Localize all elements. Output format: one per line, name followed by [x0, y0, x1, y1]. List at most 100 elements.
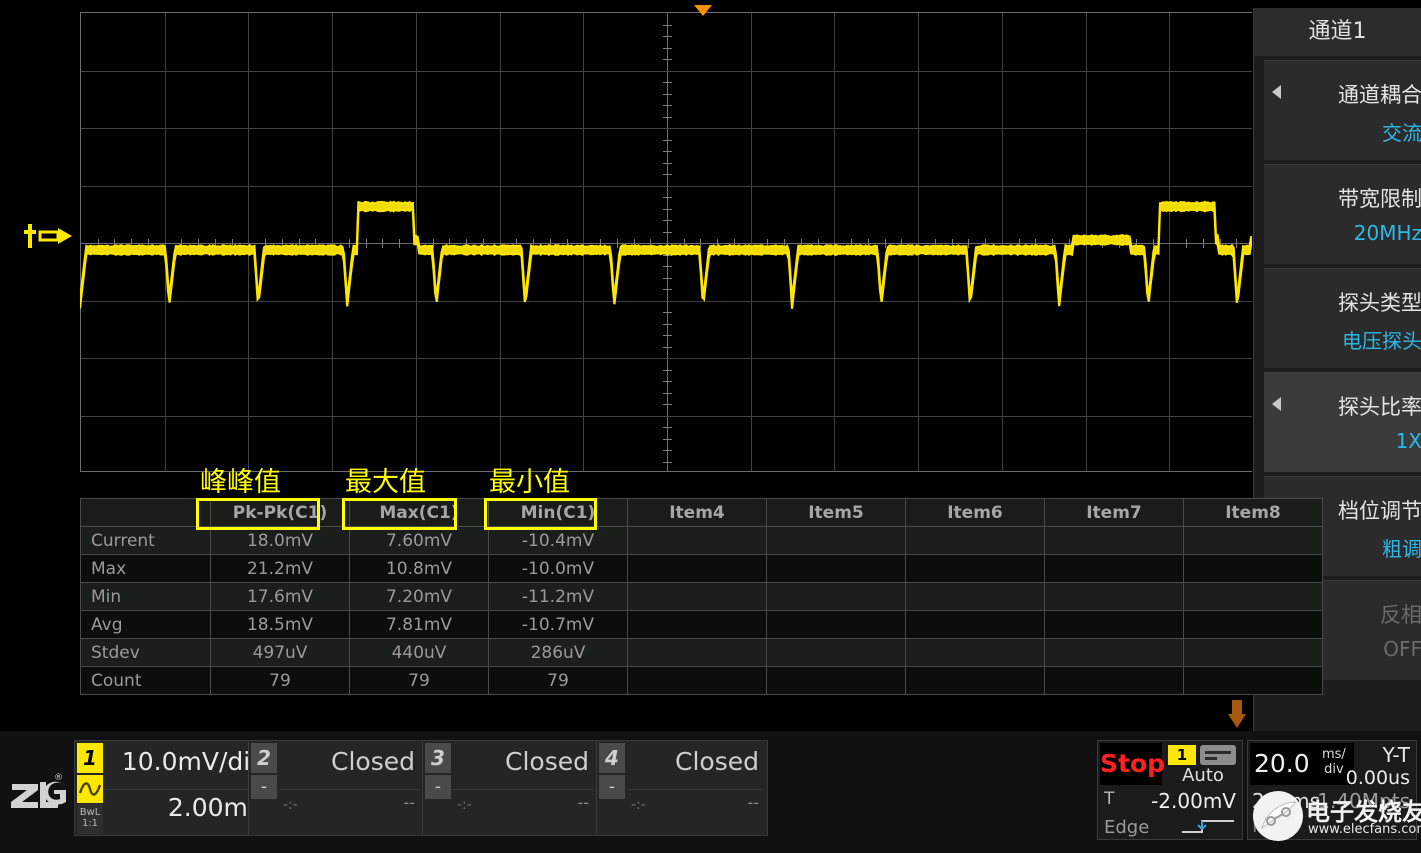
menu-item-label: 反相 — [1380, 603, 1421, 627]
channel-4-coupling-icon[interactable]: - — [599, 775, 625, 799]
menu-item-label: 探头类型 — [1338, 291, 1421, 315]
menu-item-label: 档位调节 — [1338, 499, 1421, 523]
table-row[interactable]: Stdev 497uV 440uV 286uV — [80, 638, 1323, 667]
table-row[interactable]: Current 18.0mV 7.60mV -10.4mV — [80, 526, 1323, 555]
oscilloscope-screen: Pk-Pk(C1) Max(C1) Min(C1) Item4 Item5 It… — [0, 0, 1421, 853]
table-header-row: Pk-Pk(C1) Max(C1) Min(C1) Item4 Item5 It… — [80, 498, 1323, 527]
trigger-mode-icon[interactable] — [1200, 745, 1236, 765]
column-header-item5[interactable]: Item5 — [766, 498, 906, 527]
measurement-cell — [1044, 582, 1184, 611]
measurement-cell — [1183, 582, 1323, 611]
measurement-table[interactable]: Pk-Pk(C1) Max(C1) Min(C1) Item4 Item5 It… — [80, 498, 1323, 708]
chevron-left-icon — [1272, 85, 1281, 99]
measurement-cell — [1183, 610, 1323, 639]
row-label: Current — [80, 526, 211, 555]
channel-2-badge[interactable]: 2 — [251, 743, 277, 773]
measurement-cell — [905, 582, 1045, 611]
channel-3-sub: -:- — [457, 797, 472, 813]
channel-4-offset[interactable]: -- — [747, 793, 759, 812]
table-row[interactable]: Max 21.2mV 10.8mV -10.0mV — [80, 554, 1323, 583]
run-stop-status[interactable]: Stop — [1100, 743, 1165, 785]
measurement-cell: 17.6mV — [210, 582, 350, 611]
measurement-cell: 10.8mV — [349, 554, 489, 583]
measurement-cell — [905, 526, 1045, 555]
trigger-mode-label[interactable]: Auto — [1164, 765, 1242, 786]
measurement-cell — [1183, 526, 1323, 555]
channel-4-scale[interactable]: Closed — [675, 747, 759, 776]
measurement-cell — [1044, 554, 1184, 583]
trigger-source-badge[interactable]: 1 — [1168, 745, 1196, 765]
timebase-value: 20.0 — [1254, 749, 1310, 778]
trigger-type-label[interactable]: Edge — [1104, 817, 1149, 838]
measurement-cell: 7.81mV — [349, 610, 489, 639]
display-mode-label[interactable]: Y-T — [1383, 743, 1410, 767]
channel-block-1[interactable]: 1 BwL 1:1 10.0mV/div 2.00mV — [74, 740, 274, 836]
waveform-display-area[interactable]: Pk-Pk(C1) Max(C1) Min(C1) Item4 Item5 It… — [0, 0, 1323, 731]
channel-block-3[interactable]: 3 - Closed -- -:- — [422, 740, 598, 836]
row-label: Stdev — [80, 638, 211, 667]
ac-coupling-icon[interactable] — [77, 775, 103, 803]
column-header-pkpk[interactable]: Pk-Pk(C1) — [210, 498, 350, 527]
measurement-cell — [627, 554, 767, 583]
measurement-cell — [1183, 638, 1323, 667]
table-row[interactable]: Min 17.6mV 7.20mV -11.2mV — [80, 582, 1323, 611]
menu-item-label: 探头比率 — [1338, 395, 1421, 419]
channel-3-scale[interactable]: Closed — [505, 747, 589, 776]
column-header-max[interactable]: Max(C1) — [349, 498, 489, 527]
trigger-level-value[interactable]: -2.00mV — [1151, 789, 1236, 813]
row-label: Min — [80, 582, 211, 611]
channel-block-4[interactable]: 4 - Closed -- -:- — [596, 740, 768, 836]
measurement-cell — [1044, 610, 1184, 639]
channel-block-2[interactable]: 2 - Closed -- -:- — [248, 740, 424, 836]
column-header-item6[interactable]: Item6 — [905, 498, 1045, 527]
measurement-cell — [905, 666, 1045, 695]
chevron-left-icon — [1272, 397, 1281, 411]
column-header-item8[interactable]: Item8 — [1183, 498, 1323, 527]
menu-item-label: 带宽限制 — [1338, 187, 1421, 211]
channel-1-bwl-ratio[interactable]: BwL 1:1 — [77, 804, 103, 834]
channel1-ground-marker-icon[interactable] — [24, 218, 76, 254]
timebase-status-block[interactable]: 20.0 ms/ div Y-T 0.00us 280ms 1.40Mpts N… — [1247, 740, 1417, 840]
channel-2-offset[interactable]: -- — [403, 793, 415, 812]
trigger-position-arrow-icon[interactable] — [694, 5, 712, 16]
menu-item-3[interactable]: 探头比率 1X — [1264, 372, 1421, 472]
channel-4-badge[interactable]: 4 — [599, 743, 625, 773]
trigger-status-block[interactable]: Stop 1 Auto T -2.00mV Edge — [1097, 740, 1243, 840]
probe-ratio-label: 1:1 — [81, 818, 99, 829]
memory-position-arrow-icon[interactable] — [1228, 700, 1246, 730]
timebase-main-cell[interactable]: 20.0 ms/ div — [1250, 743, 1354, 785]
measurement-cell — [627, 638, 767, 667]
menu-item-value: 粗调 — [1382, 537, 1421, 561]
measurement-cell: 286uV — [488, 638, 628, 667]
measurement-cell: 18.5mV — [210, 610, 350, 639]
menu-item-1[interactable]: 带宽限制 20MHz — [1264, 164, 1421, 264]
menu-item-0[interactable]: 通道耦合 交流 — [1264, 60, 1421, 160]
channel-3-coupling-icon[interactable]: - — [425, 775, 451, 799]
channel-1-scale[interactable]: 10.0mV/div — [122, 747, 265, 776]
measurement-cell: 440uV — [349, 638, 489, 667]
measurement-cell — [766, 526, 906, 555]
channel-2-coupling-icon[interactable]: - — [251, 775, 277, 799]
channel-1-badge[interactable]: 1 — [77, 743, 103, 773]
measurement-cell — [766, 666, 906, 695]
channel-3-offset[interactable]: -- — [577, 793, 589, 812]
table-row[interactable]: Count 79 79 79 — [80, 666, 1323, 695]
column-header-min[interactable]: Min(C1) — [488, 498, 628, 527]
channel-3-badge[interactable]: 3 — [425, 743, 451, 773]
measurement-cell: -10.4mV — [488, 526, 628, 555]
menu-item-2[interactable]: 探头类型 电压探头 — [1264, 268, 1421, 368]
rising-edge-icon[interactable] — [1180, 817, 1236, 835]
trigger-level-label: T — [1104, 789, 1115, 809]
measurement-cell — [627, 526, 767, 555]
menu-item-label: 通道耦合 — [1338, 83, 1421, 107]
measurement-cell: -10.7mV — [488, 610, 628, 639]
measurement-cell: 18.0mV — [210, 526, 350, 555]
menu-item-value: 电压探头 — [1342, 329, 1421, 353]
menu-title: 通道1 — [1254, 8, 1421, 56]
timebase-offset[interactable]: 0.00us — [1346, 767, 1410, 789]
column-header-item7[interactable]: Item7 — [1044, 498, 1184, 527]
table-row[interactable]: Avg 18.5mV 7.81mV -10.7mV — [80, 610, 1323, 639]
measurement-cell — [627, 582, 767, 611]
column-header-item4[interactable]: Item4 — [627, 498, 767, 527]
channel-2-scale[interactable]: Closed — [331, 747, 415, 776]
